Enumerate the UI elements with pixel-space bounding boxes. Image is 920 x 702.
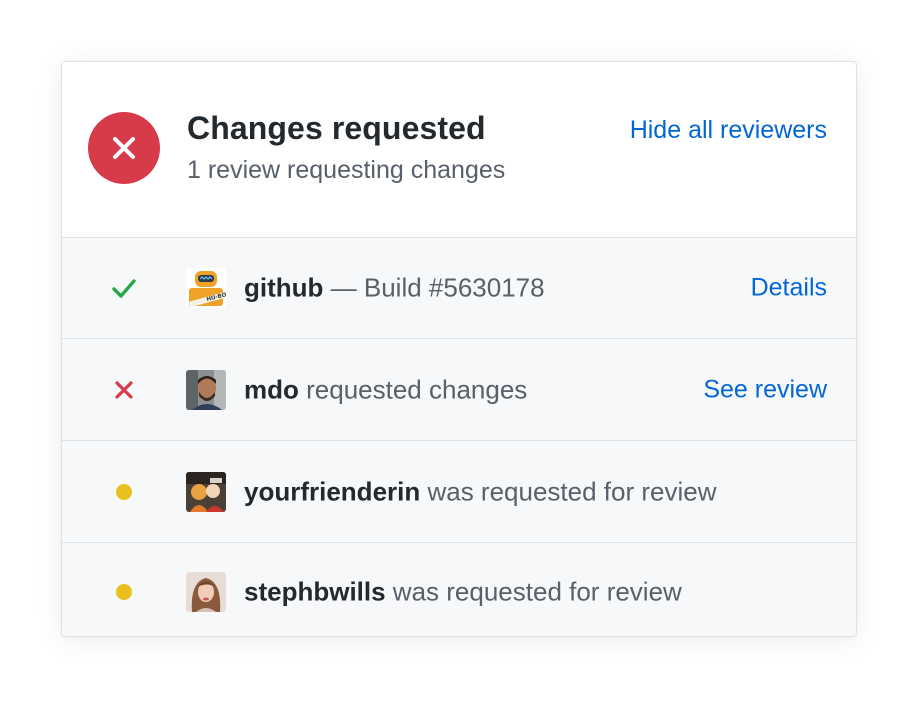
review-status-text: was requested for review: [385, 576, 682, 606]
dot-icon: [110, 478, 138, 506]
changes-requested-status-icon: [88, 112, 160, 184]
status-subtitle: 1 review requesting changes: [187, 156, 506, 184]
hide-all-reviewers-link[interactable]: Hide all reviewers: [630, 116, 827, 145]
see-review-link[interactable]: See review: [703, 375, 827, 404]
build-label: — Build #5630178: [323, 272, 545, 303]
reviewer-name[interactable]: mdo: [244, 374, 299, 404]
dot-icon: [110, 578, 138, 606]
reviewer-row: yourfrienderin was requested for review: [62, 441, 856, 543]
merge-status-card: Changes requested 1 review requesting ch…: [61, 61, 857, 637]
status-title: Changes requested: [187, 110, 486, 146]
review-status-text: requested changes: [298, 374, 528, 404]
reviewer-name[interactable]: yourfrienderin: [244, 476, 420, 506]
reviewer-name[interactable]: github: [244, 273, 323, 303]
reviewer-row: mdo requested changes See review: [62, 339, 856, 441]
check-icon: [110, 274, 138, 302]
x-icon: [110, 376, 138, 404]
reviewer-row-text: yourfrienderin was requested for review: [244, 476, 717, 507]
check-row: HU-BOT github — Build #5630178 Details: [62, 238, 856, 339]
review-status-text: was requested for review: [420, 476, 717, 506]
reviewer-row-text: stephbwills was requested for review: [244, 576, 682, 607]
reviewer-row-text: mdo requested changes: [244, 374, 527, 405]
details-link[interactable]: Details: [751, 274, 827, 303]
yourfrienderin-avatar: [186, 471, 226, 512]
reviewer-name[interactable]: stephbwills: [244, 576, 386, 606]
stephbwills-avatar: [186, 571, 226, 612]
reviewer-row: stephbwills was requested for review: [62, 543, 856, 636]
mdo-avatar: [186, 369, 226, 410]
check-row-text: github — Build #5630178: [244, 273, 545, 304]
x-icon: [113, 137, 135, 159]
status-header: Changes requested 1 review requesting ch…: [62, 62, 856, 238]
hubot-avatar: HU-BOT: [186, 268, 226, 308]
